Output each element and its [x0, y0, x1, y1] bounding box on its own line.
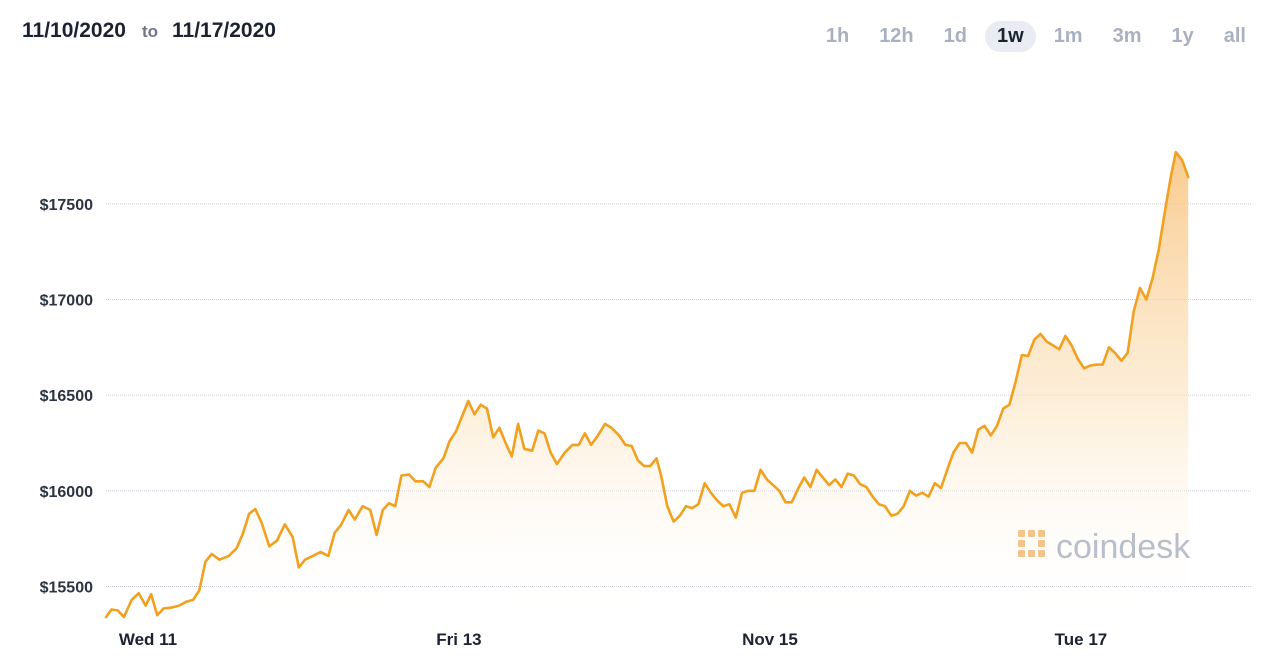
coindesk-wordmark: coindesk	[1056, 528, 1191, 566]
x-tick-label: Nov 15	[742, 630, 798, 649]
y-tick-label: $16500	[40, 388, 93, 405]
y-tick-label: $17500	[40, 197, 93, 214]
x-tick-label: Tue 17	[1055, 630, 1108, 649]
y-tick-label: $15500	[40, 580, 93, 597]
price-area	[106, 152, 1189, 620]
y-axis-labels: $15500 $16000 $16500 $17000 $17500	[40, 197, 93, 597]
x-axis-labels: Wed 11 Fri 13 Nov 15 Tue 17	[119, 630, 1107, 649]
y-tick-label: $16000	[40, 484, 93, 501]
x-tick-label: Wed 11	[119, 630, 177, 649]
y-tick-label: $17000	[40, 293, 93, 310]
price-chart: $15500 $16000 $16500 $17000 $17500 Wed 11 Fri…	[40, 150, 1252, 649]
x-tick-label: Fri 13	[436, 630, 481, 649]
